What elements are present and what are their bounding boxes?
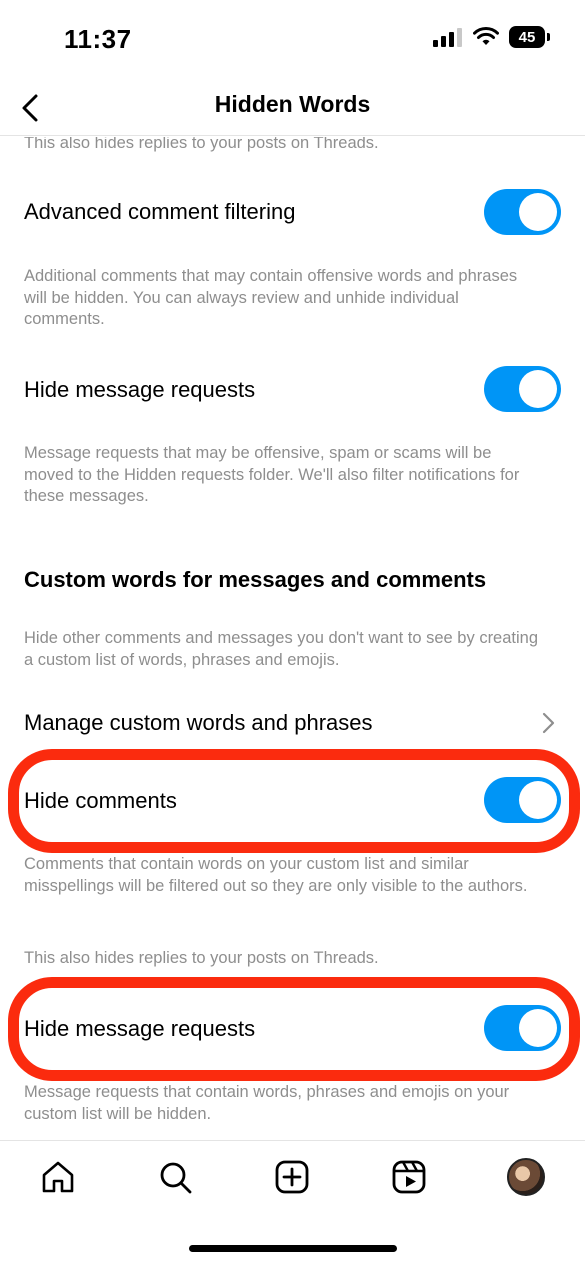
toggle-knob bbox=[519, 193, 557, 231]
status-icons: 45 bbox=[433, 26, 550, 48]
profile-avatar bbox=[507, 1158, 545, 1196]
threads-note: This also hides replies to your posts on… bbox=[24, 137, 379, 152]
status-bar: 11:37 45 bbox=[0, 0, 585, 80]
create-icon bbox=[275, 1160, 309, 1194]
toggle-knob bbox=[519, 1009, 557, 1047]
hide-comments-description: Comments that contain words on your cust… bbox=[24, 855, 528, 895]
advanced-filtering-toggle[interactable] bbox=[484, 189, 561, 235]
tab-home[interactable] bbox=[38, 1157, 78, 1197]
tab-profile[interactable] bbox=[506, 1157, 546, 1197]
hide-comments-threads-note: This also hides replies to your posts on… bbox=[24, 949, 379, 967]
toggle-knob bbox=[519, 370, 557, 408]
chevron-right-icon bbox=[542, 712, 555, 734]
search-icon bbox=[160, 1162, 192, 1194]
manage-custom-words-item[interactable]: Manage custom words and phrases bbox=[24, 710, 373, 736]
bottom-tab-bar bbox=[0, 1140, 585, 1266]
advanced-filtering-label: Advanced comment filtering bbox=[24, 199, 296, 224]
advanced-filtering-description: Additional comments that may contain off… bbox=[24, 267, 518, 328]
wifi-icon bbox=[473, 27, 499, 45]
page-title: Hidden Words bbox=[214, 91, 371, 117]
reels-icon bbox=[392, 1160, 426, 1194]
hide-message-requests-label: Hide message requests bbox=[24, 377, 256, 402]
hide-message-requests-toggle[interactable] bbox=[484, 366, 561, 412]
tab-create[interactable] bbox=[272, 1157, 312, 1197]
status-time: 11:37 bbox=[64, 24, 132, 54]
hide-custom-message-requests-toggle[interactable] bbox=[484, 1005, 561, 1051]
hide-comments-toggle[interactable] bbox=[484, 777, 561, 823]
hide-message-requests-description: Message requests that may be offensive, … bbox=[24, 444, 520, 505]
home-icon bbox=[42, 1161, 74, 1193]
settings-list[interactable]: This also hides replies to your posts on… bbox=[0, 137, 585, 1140]
hide-custom-message-requests-label: Hide message requests bbox=[24, 1016, 256, 1041]
custom-words-description: Hide other comments and messages you don… bbox=[24, 629, 539, 669]
tab-reels[interactable] bbox=[389, 1157, 429, 1197]
hide-custom-message-requests-description: Message requests that contain words, phr… bbox=[24, 1083, 510, 1123]
nav-bar: Hidden Words bbox=[0, 80, 585, 136]
toggle-knob bbox=[519, 781, 557, 819]
battery-indicator: 45 bbox=[509, 26, 550, 48]
home-indicator bbox=[189, 1245, 397, 1252]
signal-icon bbox=[433, 28, 462, 47]
custom-words-heading: Custom words for messages and comments bbox=[24, 567, 487, 592]
tab-search[interactable] bbox=[155, 1157, 195, 1197]
hide-comments-label: Hide comments bbox=[24, 788, 177, 813]
